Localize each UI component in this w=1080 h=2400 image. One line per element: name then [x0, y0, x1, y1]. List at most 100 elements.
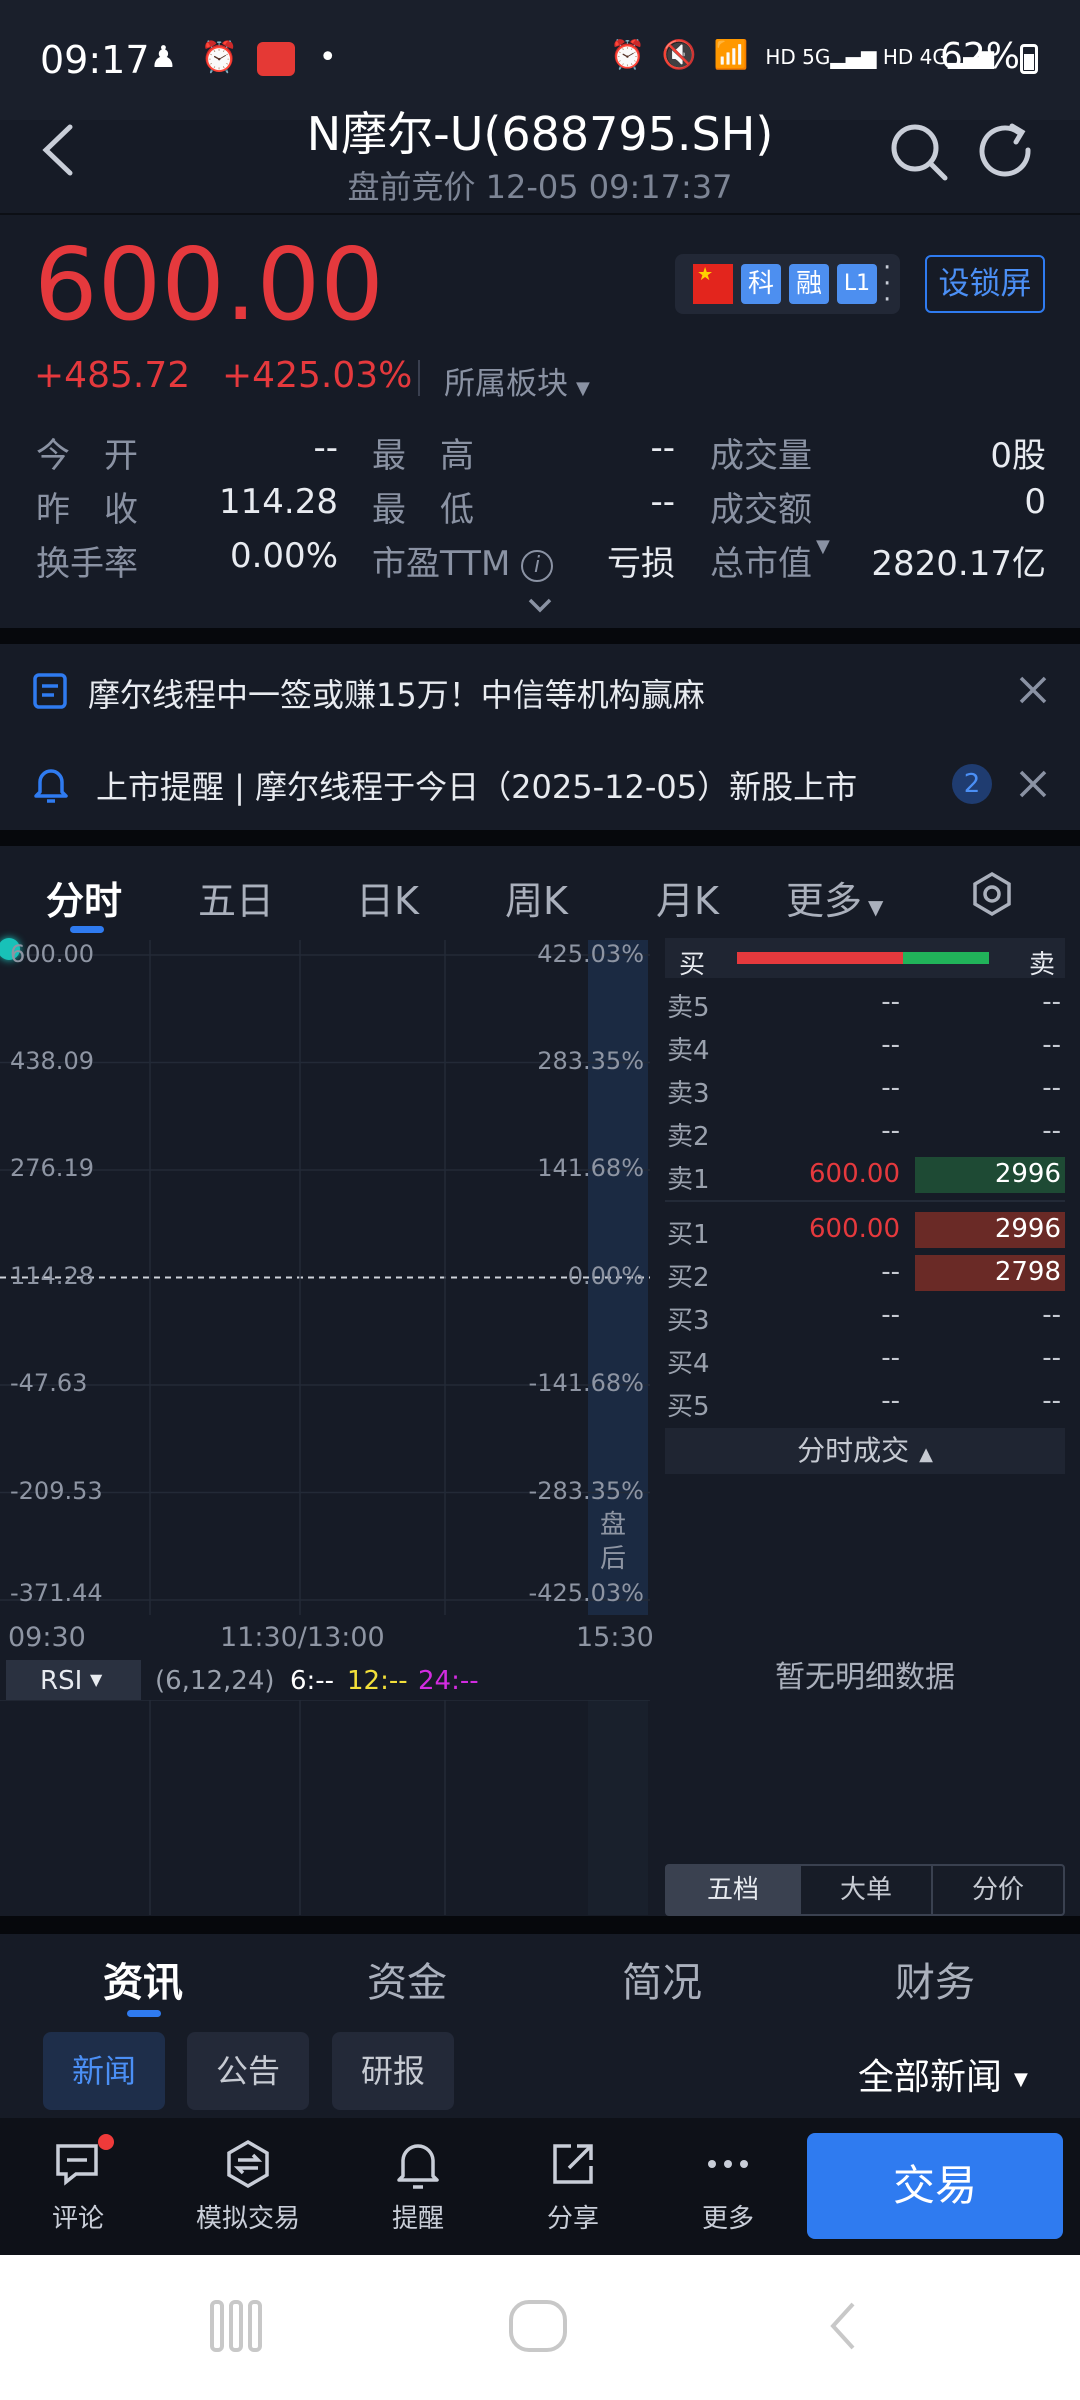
lock-screen-button[interactable]: 设锁屏	[925, 255, 1045, 313]
trade-button[interactable]: 交易	[807, 2133, 1063, 2239]
bid-row[interactable]: 买1 600.00 2996	[665, 1210, 1065, 1250]
nav-comment[interactable]: 评论	[18, 2128, 138, 2248]
stat-prev-close-label: 昨 收	[36, 490, 138, 530]
chip-research[interactable]: 研报	[332, 2032, 454, 2110]
rsi-panel	[0, 1699, 650, 1915]
ask-price: 600.00	[809, 1159, 900, 1189]
nav-share[interactable]: 分享	[513, 2128, 633, 2248]
nav-simulated-trade[interactable]: 模拟交易	[188, 2128, 308, 2248]
stat-amount-value: 0	[1024, 482, 1046, 522]
y-tick-label-percent: 425.03%	[537, 940, 644, 968]
orderbook-header: 买 卖	[665, 938, 1065, 980]
stat-market-cap-label: 总市值	[710, 544, 812, 584]
chart-settings-button[interactable]	[968, 870, 1016, 918]
tab-underline	[127, 2010, 161, 2017]
tab-five-day[interactable]: 五日	[198, 870, 274, 925]
news-notice[interactable]: 摩尔线程中一签或赚15万！中信等机构赢麻	[0, 644, 1080, 736]
stat-pe-text: 市盈TTM	[372, 544, 511, 584]
stat-pe-value: 亏损	[607, 544, 675, 584]
system-back-button[interactable]	[815, 2296, 875, 2356]
tab-profile[interactable]: 简况	[622, 1950, 702, 2008]
sector-label: 所属板块	[444, 366, 568, 402]
tab-intraday[interactable]: 分时	[46, 870, 122, 925]
refresh-button[interactable]	[972, 118, 1042, 188]
sell-ratio-fill	[903, 952, 989, 964]
system-icons: ⏰ 🔇 📶 HD 5G▂▄▆ HD 4G▂▄▆	[610, 38, 994, 71]
nav-more-label: 更多	[701, 2204, 754, 2234]
close-notice-button[interactable]	[1015, 672, 1051, 708]
ask-row[interactable]: 卖2 -- --	[665, 1112, 1065, 1152]
nav-alert-label: 提醒	[391, 2204, 444, 2234]
tab-daily-k[interactable]: 日K	[356, 870, 419, 925]
home-button[interactable]	[505, 2296, 571, 2356]
x-label-midday: 11:30/13:00	[220, 1622, 385, 1653]
bell-icon	[34, 769, 68, 803]
intraday-chart[interactable]: 600.00 438.09 276.19 114.28 -47.63 -209.53 -37…	[0, 938, 650, 1615]
expand-stats-button[interactable]	[520, 590, 560, 620]
ask-price: --	[881, 1116, 900, 1146]
bid-row[interactable]: 买5 -- --	[665, 1382, 1065, 1422]
search-button[interactable]	[885, 118, 955, 188]
close-notice-button[interactable]	[1015, 766, 1051, 802]
back-button[interactable]	[30, 115, 90, 185]
sector-dropdown[interactable]: 所属板块 ▼	[444, 358, 590, 403]
section-separator	[0, 830, 1080, 846]
nav-simulated-trade-label: 模拟交易	[195, 2204, 300, 2234]
tab-price-distribution[interactable]: 分价	[931, 1866, 1063, 1914]
mute-icon: 🔇	[661, 38, 697, 71]
ask-label: 卖5	[667, 993, 710, 1023]
recent-apps-button[interactable]	[206, 2296, 266, 2356]
bell-icon	[397, 2144, 439, 2189]
stat-market-cap-dropdown[interactable]: 总市值 ▼	[710, 536, 830, 585]
bid-label: 买5	[667, 1392, 710, 1422]
ask-row[interactable]: 卖5 -- --	[665, 983, 1065, 1023]
bid-price: --	[881, 1257, 900, 1287]
more-icon	[708, 2160, 748, 2168]
bid-price: --	[881, 1343, 900, 1373]
notification-icons: ♟ ⏰ •	[150, 40, 337, 76]
bid-label: 买3	[667, 1306, 710, 1336]
chevron-down-icon	[528, 598, 552, 613]
tab-more[interactable]: 更多 ▼	[786, 870, 883, 925]
tab-capital[interactable]: 资金	[367, 1950, 447, 2008]
stat-low-value: --	[650, 482, 675, 522]
bid-row[interactable]: 买4 -- --	[665, 1339, 1065, 1379]
stat-low-label: 最 低	[372, 490, 474, 530]
trades-toggle[interactable]: 分时成交 ▲	[665, 1428, 1065, 1474]
chip-announcements[interactable]: 公告	[187, 2032, 309, 2110]
ask-row[interactable]: 卖4 -- --	[665, 1026, 1065, 1066]
stat-prev-close-value: 114.28	[219, 482, 338, 522]
tab-monthly-k[interactable]: 月K	[656, 870, 719, 925]
bid-row[interactable]: 买2 -- 2798	[665, 1253, 1065, 1293]
ask-row[interactable]: 卖1 600.00 2996	[665, 1155, 1065, 1195]
tab-financials[interactable]: 财务	[895, 1950, 975, 2008]
tab-news-info[interactable]: 资讯	[103, 1950, 183, 2008]
ask-row[interactable]: 卖3 -- --	[665, 1069, 1065, 1109]
bid-row[interactable]: 买3 -- --	[665, 1296, 1065, 1336]
caret-down-icon: ▼	[90, 1670, 103, 1689]
rsi-24-value: 24:--	[418, 1666, 479, 1696]
news-filter-dropdown[interactable]: 全部新闻 ▼	[858, 2048, 1028, 2100]
stat-high-label: 最 高	[372, 436, 474, 476]
nav-alert[interactable]: 提醒	[358, 2128, 478, 2248]
listing-notice[interactable]: 上市提醒 | 摩尔线程于今日（2025-12-05）新股上市 2	[0, 736, 1080, 828]
info-icon: i	[521, 549, 554, 582]
share-icon	[553, 2144, 593, 2184]
ask-label: 卖2	[667, 1122, 710, 1152]
tab-large-orders[interactable]: 大单	[799, 1866, 931, 1914]
divider	[418, 360, 420, 396]
tab-five-levels[interactable]: 五档	[667, 1866, 799, 1914]
y-tick-label-price: -371.44	[10, 1579, 103, 1607]
orderbook-sell-label: 卖	[1028, 950, 1055, 980]
badge-group[interactable]: ★ 科 融 L1 · · ·	[675, 254, 900, 314]
chip-news[interactable]: 新闻	[43, 2032, 165, 2110]
qq-icon: ♟	[150, 40, 177, 75]
x-label-open: 09:30	[8, 1622, 86, 1653]
tab-weekly-k[interactable]: 周K	[505, 870, 568, 925]
stat-pe-label[interactable]: 市盈TTM i	[372, 536, 554, 585]
refresh-icon	[979, 123, 1031, 177]
bid-label: 买2	[667, 1263, 710, 1293]
nav-more[interactable]: 更多	[668, 2128, 788, 2248]
tab-more-label: 更多	[786, 879, 863, 923]
indicator-dropdown[interactable]: RSI ▼	[6, 1660, 141, 1700]
